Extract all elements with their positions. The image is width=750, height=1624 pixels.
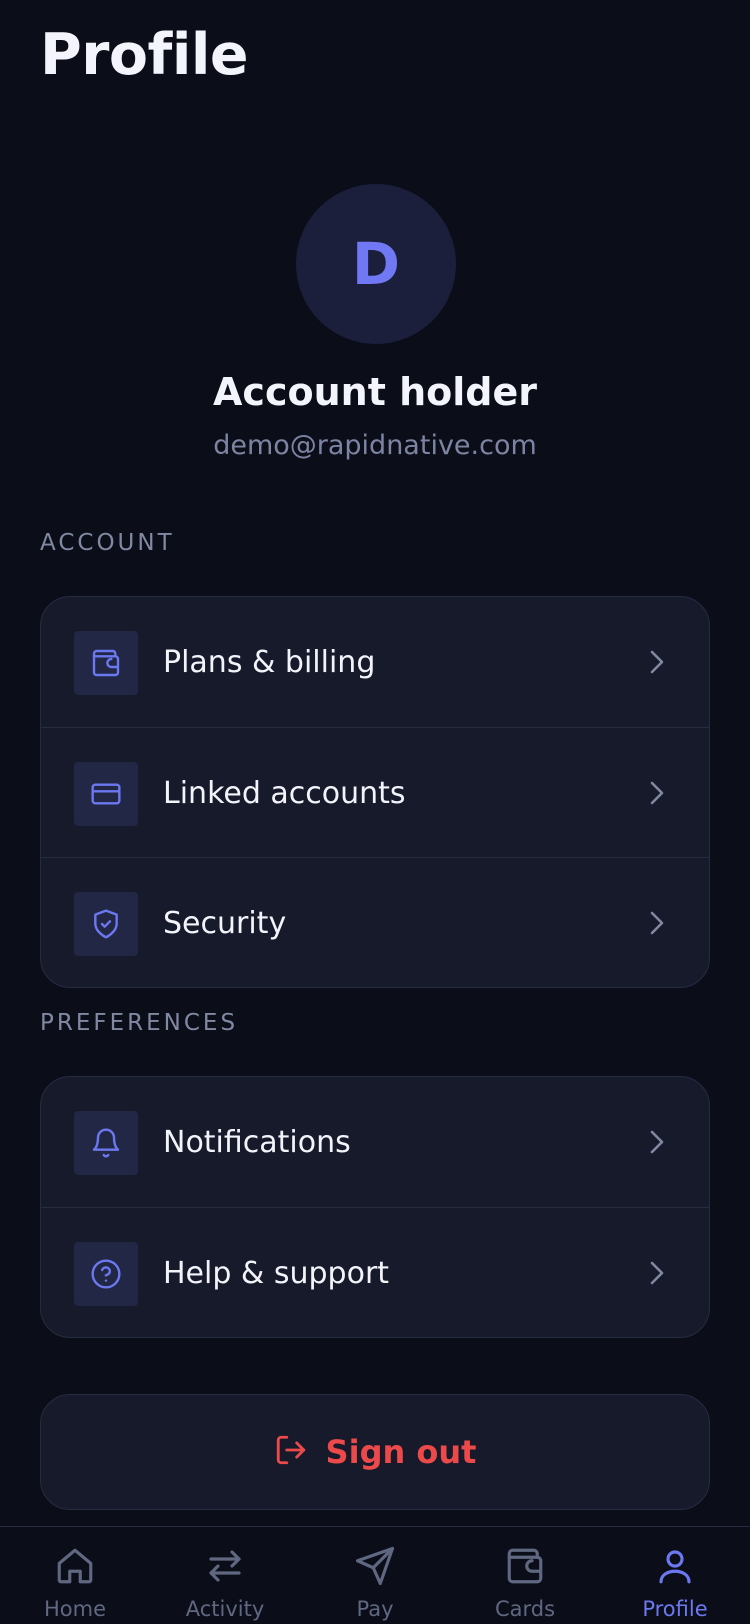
menu-item-label: Security: [163, 905, 287, 941]
menu-item-security[interactable]: Security: [41, 857, 709, 987]
credit-card-icon: [74, 762, 138, 826]
wallet-icon: [74, 631, 138, 695]
sign-out-button[interactable]: Sign out: [40, 1394, 710, 1510]
help-circle-icon: [74, 1242, 138, 1306]
menu-item-linked-accounts[interactable]: Linked accounts: [41, 727, 709, 857]
menu-item-notifications[interactable]: Notifications: [41, 1077, 709, 1207]
chevron-right-icon: [643, 1258, 671, 1288]
tab-label: Profile: [642, 1597, 708, 1621]
section-label-preferences: PREFERENCES: [40, 1010, 239, 1036]
profile-name: Account holder: [213, 370, 537, 414]
menu-item-plans-billing[interactable]: Plans & billing: [41, 597, 709, 727]
tab-profile[interactable]: Profile: [600, 1527, 750, 1624]
tab-label: Activity: [185, 1597, 265, 1621]
send-icon: [354, 1545, 396, 1591]
page-title: Profile: [40, 22, 249, 88]
chevron-right-icon: [643, 908, 671, 938]
menu-item-label: Notifications: [163, 1124, 351, 1160]
chevron-right-icon: [643, 778, 671, 808]
tab-cards[interactable]: Cards: [450, 1527, 600, 1624]
profile-email: demo@rapidnative.com: [213, 430, 537, 461]
tab-home[interactable]: Home: [0, 1527, 150, 1624]
preferences-card: Notifications Help & support: [40, 1076, 710, 1338]
chevron-right-icon: [643, 1127, 671, 1157]
shield-check-icon: [74, 892, 138, 956]
bottom-tab-bar: Home Activity Pay Cards Profile: [0, 1526, 750, 1624]
avatar: D: [296, 184, 456, 344]
tab-label: Home: [43, 1597, 106, 1621]
menu-item-label: Help & support: [163, 1255, 390, 1291]
section-label-account: ACCOUNT: [40, 530, 175, 556]
avatar-initial: D: [351, 230, 401, 298]
bell-icon: [74, 1111, 138, 1175]
tab-pay[interactable]: Pay: [300, 1527, 450, 1624]
home-icon: [54, 1545, 96, 1591]
profile-screen: Profile D Account holder demo@rapidnativ…: [0, 0, 750, 1624]
log-out-icon: [274, 1433, 308, 1471]
tab-label: Pay: [356, 1597, 394, 1621]
tab-activity[interactable]: Activity: [150, 1527, 300, 1624]
menu-item-label: Linked accounts: [163, 775, 406, 811]
user-icon: [654, 1545, 696, 1591]
menu-item-label: Plans & billing: [163, 644, 376, 680]
wallet-icon: [504, 1545, 546, 1591]
arrows-exchange-icon: [204, 1545, 246, 1591]
tab-label: Cards: [494, 1597, 556, 1621]
sign-out-label: Sign out: [325, 1433, 477, 1471]
account-card: Plans & billing Linked accounts Security: [40, 596, 710, 988]
menu-item-help-support[interactable]: Help & support: [41, 1207, 709, 1337]
chevron-right-icon: [643, 647, 671, 677]
